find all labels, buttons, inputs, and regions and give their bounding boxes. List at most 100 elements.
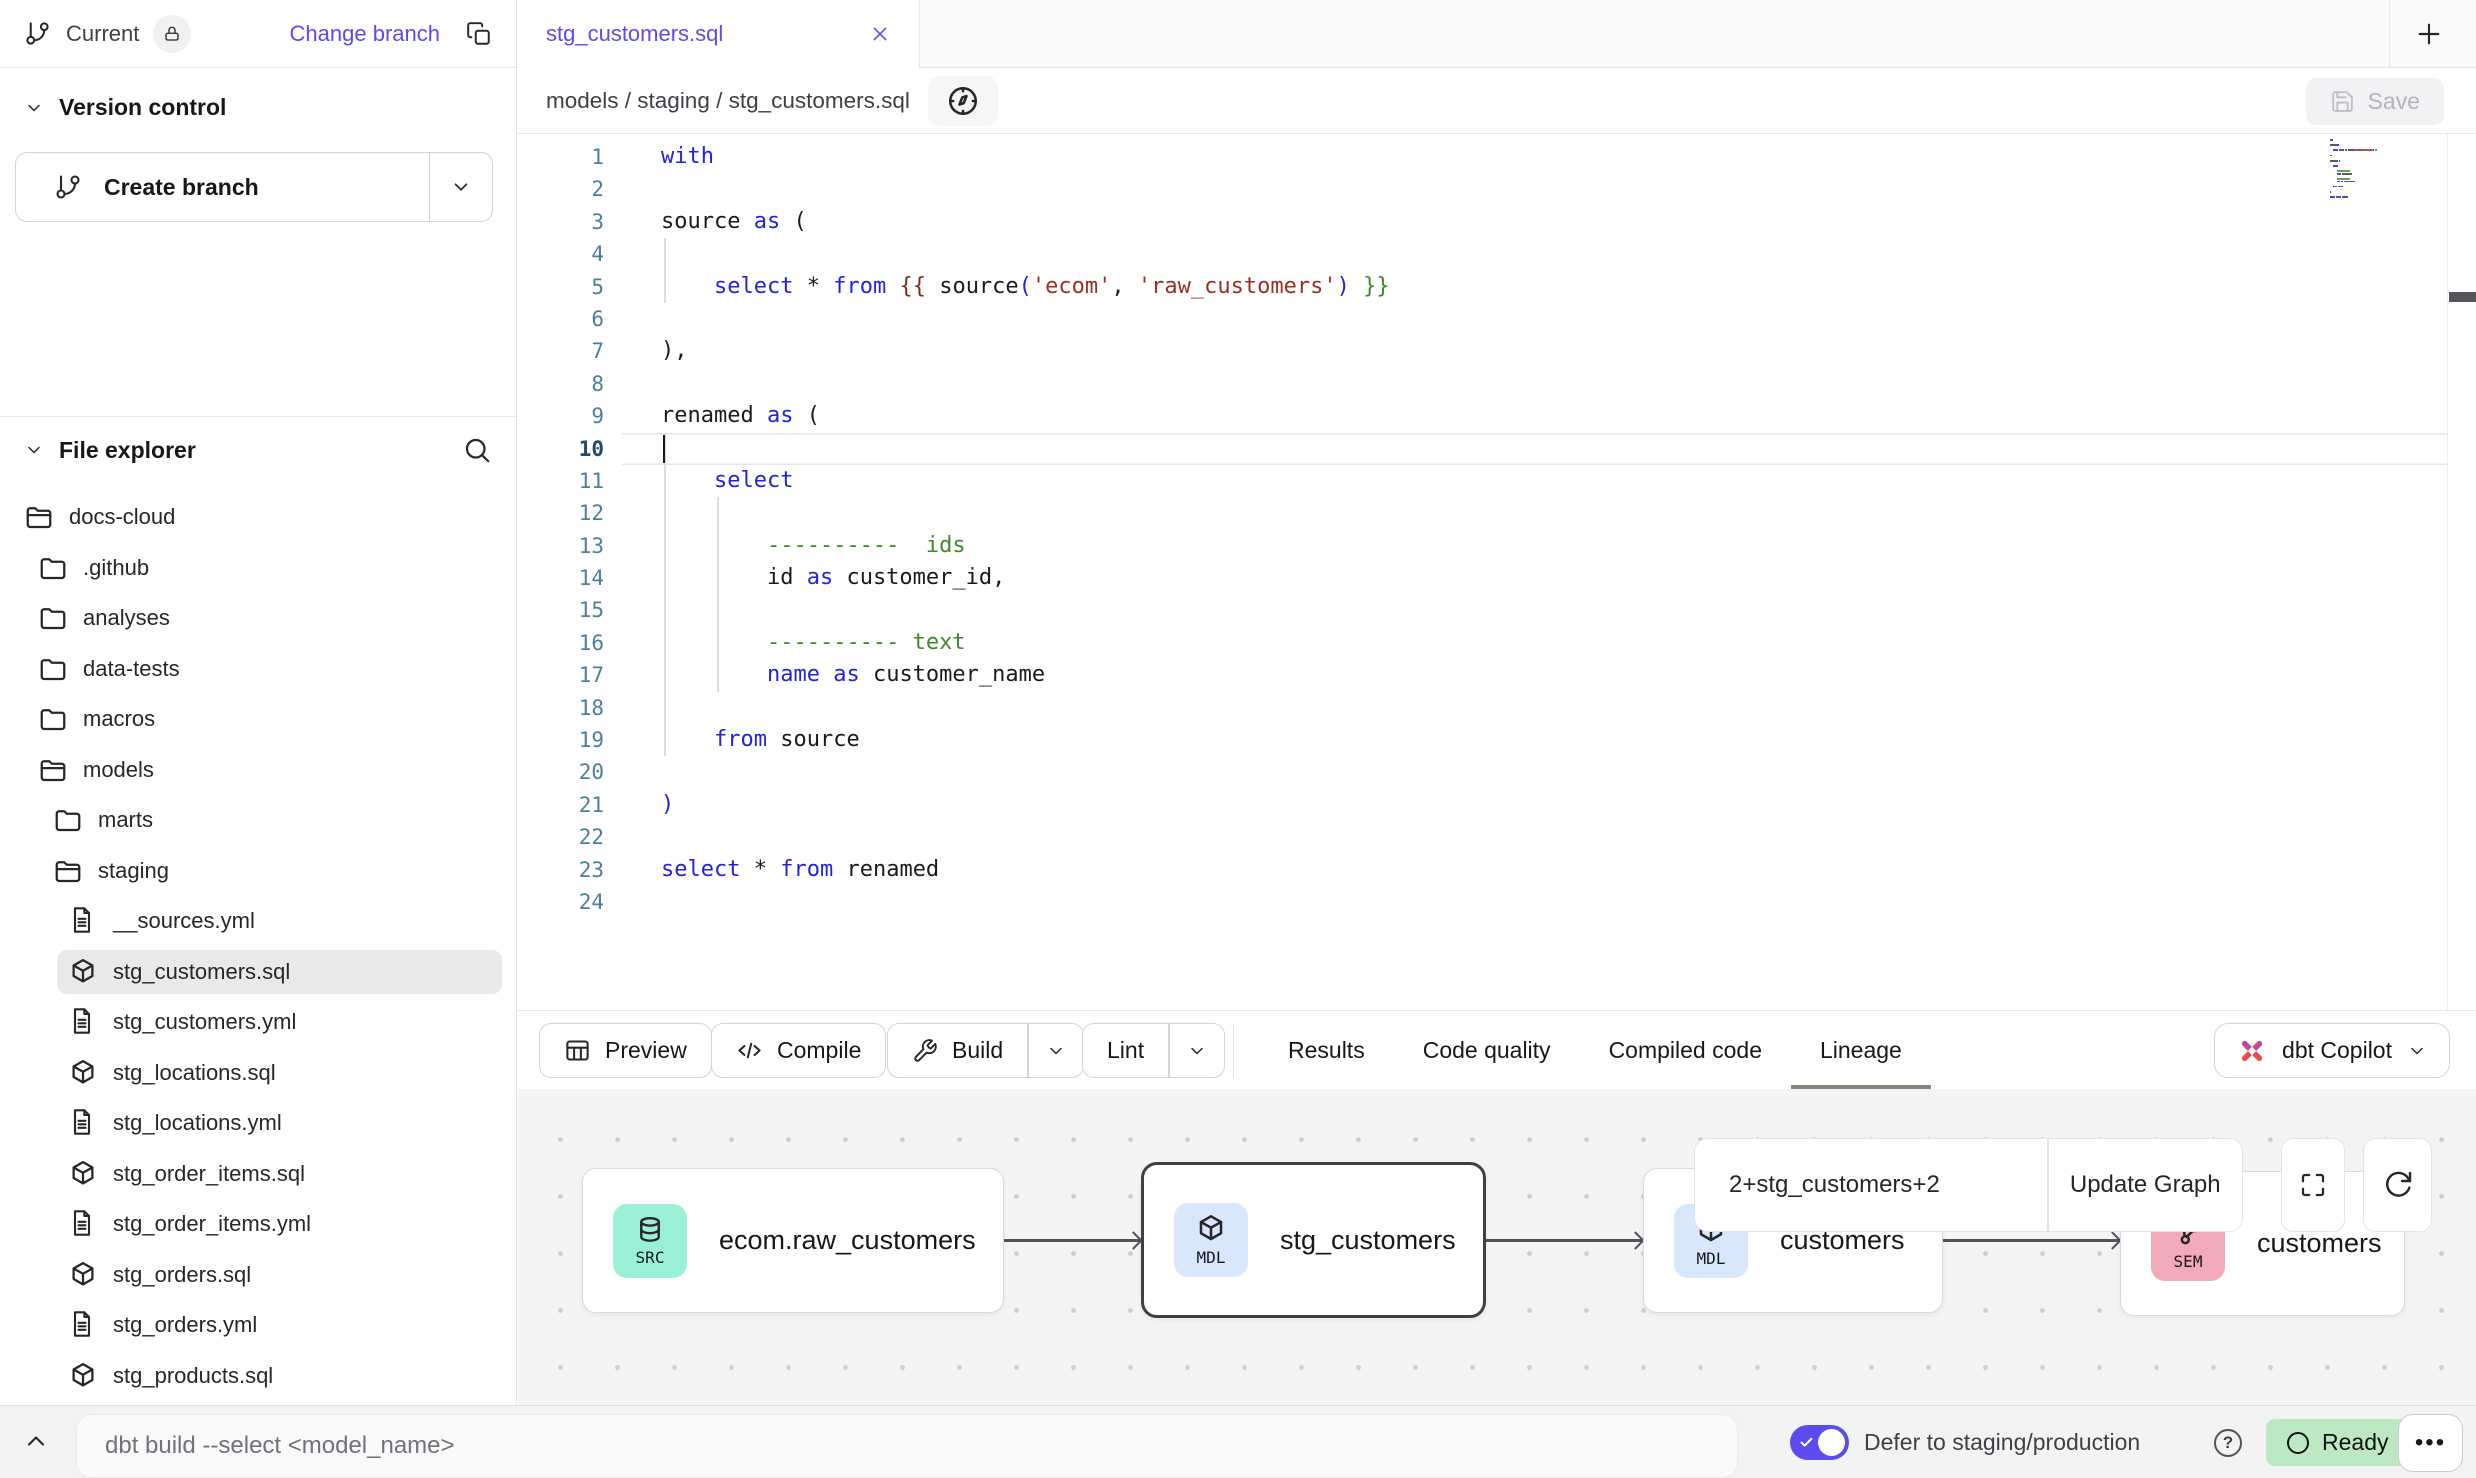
file-explorer-title: File explorer [59,437,196,464]
code-line[interactable]: 16 ---------- text [518,627,2448,659]
code-line[interactable]: 22 [518,821,2448,853]
code-line[interactable]: 23select * from renamed [518,854,2448,886]
code-line[interactable]: 15 [518,594,2448,626]
code-line[interactable]: 12 [518,497,2448,529]
code-line[interactable]: 9renamed as ( [518,400,2448,432]
file-tree-item[interactable]: stg_customers.sql [0,947,516,998]
indent-guide [664,562,666,594]
code-line[interactable]: 6 [518,303,2448,335]
code-line[interactable]: 10 [518,433,2448,465]
build-menu-button[interactable] [1029,1024,1083,1077]
defer-toggle[interactable] [1790,1425,1849,1460]
code-token: from [714,727,767,752]
lineage-node[interactable]: SRCecom.raw_customers [582,1168,1004,1313]
update-graph-button[interactable]: Update Graph [2049,1139,2243,1231]
minimap-line [2330,188,2422,190]
code-line[interactable]: 18 [518,692,2448,724]
tab-stg-customers-sql[interactable]: stg_customers.sql [518,0,920,68]
lineage-node[interactable]: MDLstg_customers [1141,1162,1486,1318]
indent-guide [717,594,719,626]
file-tree-item[interactable]: stg_orders.yml [0,1300,516,1351]
tab-code-quality[interactable]: Code quality [1394,1011,1580,1090]
code-token: ( [793,403,820,428]
file-tree-item[interactable]: stg_customers.yml [0,997,516,1048]
code-line[interactable]: 21) [518,789,2448,821]
code-editor[interactable]: 1with23source as (45 select * from {{ so… [518,134,2476,1010]
file-tree-item[interactable]: __sources.yml [0,896,516,947]
new-tab-button[interactable] [2407,12,2451,56]
file-tree-item[interactable]: stg_locations.sql [0,1048,516,1099]
code-line[interactable]: 14 id as customer_id, [518,562,2448,594]
code-line[interactable]: 2 [518,173,2448,205]
help-icon[interactable]: ? [2214,1429,2242,1457]
command-input[interactable] [76,1414,1738,1478]
code-line[interactable]: 8 [518,368,2448,400]
file-tree-item[interactable]: models [0,745,516,796]
file-tree-item[interactable]: stg_products.sql [0,1351,516,1402]
file-explorer-header[interactable]: File explorer [0,416,516,483]
code-line[interactable]: 7), [518,335,2448,367]
refresh-button[interactable] [2363,1138,2432,1232]
code-line[interactable]: 20 [518,756,2448,788]
file-tree-item[interactable]: stg_order_items.sql [0,1149,516,1200]
code-line[interactable]: 13 ---------- ids [518,530,2448,562]
create-branch-main[interactable]: Create branch [16,153,429,221]
file-tree-item[interactable]: stg_locations.yml [0,1098,516,1149]
scrollbar-marker[interactable] [2449,292,2476,302]
dbt-copilot-button[interactable]: dbt Copilot [2214,1023,2450,1078]
code-line[interactable]: 24 [518,886,2448,918]
close-icon[interactable] [869,23,891,45]
minimap[interactable] [2330,139,2422,201]
create-branch-menu-button[interactable] [430,153,492,221]
line-number: 2 [518,173,622,205]
file-tree-item[interactable]: data-tests [0,644,516,695]
code-line[interactable]: 4 [518,238,2448,270]
tab-compiled-code[interactable]: Compiled code [1580,1011,1791,1090]
minimap-line [2330,139,2422,141]
file-tree-item[interactable]: .github [0,543,516,594]
code-line[interactable]: 5 select * from {{ source('ecom', 'raw_c… [518,271,2448,303]
code-line[interactable]: 1with [518,141,2448,173]
chevron-up-icon[interactable] [22,1427,50,1455]
tab-lineage[interactable]: Lineage [1791,1011,1931,1090]
line-number: 18 [518,692,622,724]
compile-button[interactable]: Compile [711,1023,886,1078]
change-branch-link[interactable]: Change branch [290,21,440,47]
lineage-edge [1004,1239,1141,1242]
navigate-button[interactable] [928,76,998,126]
tab-results[interactable]: Results [1259,1011,1394,1090]
line-number: 16 [518,627,622,659]
file-tree-item[interactable]: stg_orders.sql [0,1250,516,1301]
code-line[interactable]: 3source as ( [518,206,2448,238]
file-tree-item[interactable]: macros [0,694,516,745]
minimap-line [2330,142,2422,144]
folder-icon [38,603,68,633]
build-button[interactable]: Build [887,1023,1084,1078]
lineage-toolbar: Update Graph [1694,1138,2243,1232]
fullscreen-button[interactable] [2281,1138,2345,1232]
lineage-panel[interactable]: SRCecom.raw_customersMDLstg_customersMDL… [518,1089,2476,1405]
file-tree-item[interactable]: docs-cloud [0,492,516,543]
save-button[interactable]: Save [2306,78,2444,125]
search-icon[interactable] [462,435,492,465]
file-tree-item[interactable]: analyses [0,593,516,644]
more-options-button[interactable]: ••• [2398,1414,2463,1472]
code-token: }} [1363,274,1390,299]
file-tree-item[interactable]: marts [0,795,516,846]
lint-menu-button[interactable] [1170,1024,1224,1077]
create-branch-button[interactable]: Create branch [15,152,493,222]
node-name: customers [2257,1228,2382,1259]
file-tree-item[interactable]: stg_order_items.yml [0,1199,516,1250]
lineage-selector-input[interactable] [1695,1139,2047,1231]
code-line[interactable]: 17 name as customer_name [518,659,2448,691]
code-line[interactable]: 11 select [518,465,2448,497]
minimap-bar [2361,149,2374,151]
code-line[interactable]: 19 from source [518,724,2448,756]
copy-icon[interactable] [466,21,492,47]
file-tree-item[interactable]: staging [0,846,516,897]
preview-button[interactable]: Preview [539,1023,712,1078]
version-control-header[interactable]: Version control [0,68,516,121]
lint-button[interactable]: Lint [1082,1023,1225,1078]
code-token: 'ecom' [1032,274,1111,299]
scrollbar-track [2447,134,2448,1010]
